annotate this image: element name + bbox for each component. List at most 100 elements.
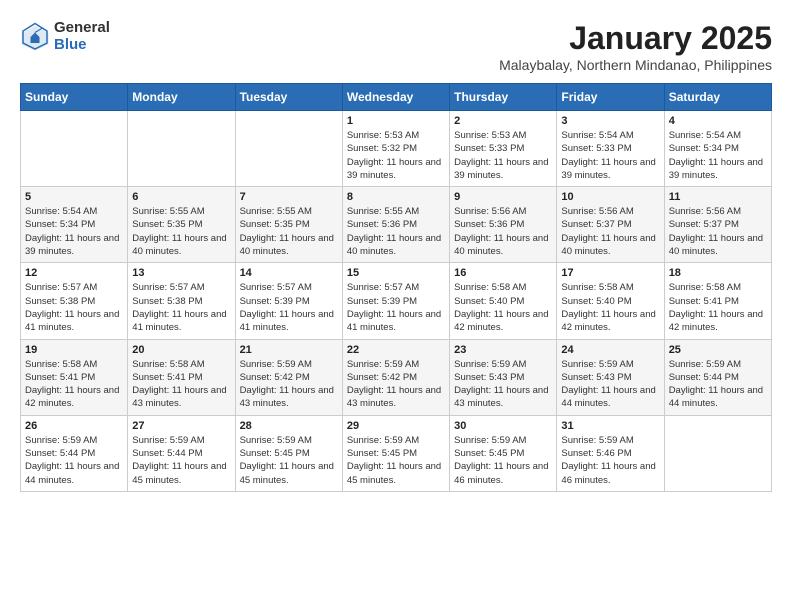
calendar-cell: 2Sunrise: 5:53 AM Sunset: 5:33 PM Daylig… (450, 111, 557, 187)
day-info: Sunrise: 5:58 AM Sunset: 5:41 PM Dayligh… (669, 281, 767, 334)
day-info: Sunrise: 5:53 AM Sunset: 5:32 PM Dayligh… (347, 129, 445, 182)
calendar-location: Malaybalay, Northern Mindanao, Philippin… (499, 57, 772, 73)
calendar-cell: 16Sunrise: 5:58 AM Sunset: 5:40 PM Dayli… (450, 263, 557, 339)
calendar-cell: 4 Sunrise: 5:54 AM Sunset: 5:34 PM Daylig… (664, 111, 771, 187)
weekday-header-sunday: Sunday (21, 84, 128, 111)
logo-blue: Blue (54, 37, 110, 54)
day-info: Sunrise: 5:55 AM Sunset: 5:35 PM Dayligh… (132, 205, 230, 258)
day-info: Sunrise: 5:55 AM Sunset: 5:36 PM Dayligh… (347, 205, 445, 258)
day-info: Sunrise: 5:59 AM Sunset: 5:45 PM Dayligh… (454, 434, 552, 487)
day-info: Sunrise: 5:59 AM Sunset: 5:45 PM Dayligh… (240, 434, 338, 487)
day-number: 19 (25, 344, 123, 356)
day-number: 31 (561, 420, 659, 432)
weekday-header-saturday: Saturday (664, 84, 771, 111)
day-number: 1 (347, 115, 445, 127)
calendar-cell: 1 Sunrise: 5:53 AM Sunset: 5:32 PM Daylig… (342, 111, 449, 187)
day-number: 4 (669, 115, 767, 127)
week-row-2: 5 Sunrise: 5:54 AM Sunset: 5:34 PM Daylig… (21, 187, 772, 263)
day-info: Sunrise: 5:59 AM Sunset: 5:46 PM Dayligh… (561, 434, 659, 487)
calendar-cell: 24 Sunrise: 5:59 AM Sunset: 5:43 PM Dayli… (557, 339, 664, 415)
day-number: 11 (669, 191, 767, 203)
weekday-header-tuesday: Tuesday (235, 84, 342, 111)
weekday-header-friday: Friday (557, 84, 664, 111)
calendar-cell: 12Sunrise: 5:57 AM Sunset: 5:38 PM Dayli… (21, 263, 128, 339)
week-row-4: 19 Sunrise: 5:58 AM Sunset: 5:41 PM Dayli… (21, 339, 772, 415)
day-number: 27 (132, 420, 230, 432)
calendar-cell: 21Sunrise: 5:59 AM Sunset: 5:42 PM Dayli… (235, 339, 342, 415)
day-number: 7 (240, 191, 338, 203)
day-info: Sunrise: 5:58 AM Sunset: 5:41 PM Dayligh… (132, 358, 230, 411)
day-info: Sunrise: 5:59 AM Sunset: 5:44 PM Dayligh… (132, 434, 230, 487)
calendar-cell: 28 Sunrise: 5:59 AM Sunset: 5:45 PM Dayli… (235, 415, 342, 491)
calendar-cell (235, 111, 342, 187)
day-number: 3 (561, 115, 659, 127)
calendar-cell: 31 Sunrise: 5:59 AM Sunset: 5:46 PM Dayli… (557, 415, 664, 491)
calendar-cell: 27 Sunrise: 5:59 AM Sunset: 5:44 PM Dayli… (128, 415, 235, 491)
title-block: January 2025 Malaybalay, Northern Mindan… (499, 20, 772, 73)
day-info: Sunrise: 5:58 AM Sunset: 5:40 PM Dayligh… (561, 281, 659, 334)
calendar-cell: 30 Sunrise: 5:59 AM Sunset: 5:45 PM Dayli… (450, 415, 557, 491)
weekday-header-wednesday: Wednesday (342, 84, 449, 111)
day-number: 20 (132, 344, 230, 356)
day-number: 23 (454, 344, 552, 356)
day-number: 29 (347, 420, 445, 432)
logo-general: General (54, 20, 110, 37)
day-info: Sunrise: 5:55 AM Sunset: 5:35 PM Dayligh… (240, 205, 338, 258)
day-info: Sunrise: 5:56 AM Sunset: 5:37 PM Dayligh… (669, 205, 767, 258)
day-number: 30 (454, 420, 552, 432)
day-number: 22 (347, 344, 445, 356)
calendar-cell: 6 Sunrise: 5:55 AM Sunset: 5:35 PM Daylig… (128, 187, 235, 263)
calendar-title: January 2025 (499, 20, 772, 57)
logo: General Blue (20, 20, 110, 53)
calendar-cell: 17Sunrise: 5:58 AM Sunset: 5:40 PM Dayli… (557, 263, 664, 339)
logo-icon (20, 22, 50, 52)
calendar-cell (128, 111, 235, 187)
day-info: Sunrise: 5:56 AM Sunset: 5:36 PM Dayligh… (454, 205, 552, 258)
calendar-cell: 9 Sunrise: 5:56 AM Sunset: 5:36 PM Daylig… (450, 187, 557, 263)
calendar-cell: 13 Sunrise: 5:57 AM Sunset: 5:38 PM Dayli… (128, 263, 235, 339)
day-number: 28 (240, 420, 338, 432)
day-number: 16 (454, 267, 552, 279)
day-number: 15 (347, 267, 445, 279)
day-number: 24 (561, 344, 659, 356)
calendar-cell: 3 Sunrise: 5:54 AM Sunset: 5:33 PM Daylig… (557, 111, 664, 187)
calendar-cell: 8 Sunrise: 5:55 AM Sunset: 5:36 PM Daylig… (342, 187, 449, 263)
calendar-cell: 5 Sunrise: 5:54 AM Sunset: 5:34 PM Daylig… (21, 187, 128, 263)
day-number: 5 (25, 191, 123, 203)
day-number: 12 (25, 267, 123, 279)
day-info: Sunrise: 5:54 AM Sunset: 5:34 PM Dayligh… (669, 129, 767, 182)
day-info: Sunrise: 5:54 AM Sunset: 5:34 PM Dayligh… (25, 205, 123, 258)
calendar-cell: 19 Sunrise: 5:58 AM Sunset: 5:41 PM Dayli… (21, 339, 128, 415)
page-header: General Blue January 2025 Malaybalay, No… (20, 20, 772, 73)
day-info: Sunrise: 5:59 AM Sunset: 5:43 PM Dayligh… (561, 358, 659, 411)
calendar-cell: 22Sunrise: 5:59 AM Sunset: 5:42 PM Dayli… (342, 339, 449, 415)
day-number: 21 (240, 344, 338, 356)
day-number: 2 (454, 115, 552, 127)
calendar-cell: 18 Sunrise: 5:58 AM Sunset: 5:41 PM Dayli… (664, 263, 771, 339)
day-number: 8 (347, 191, 445, 203)
calendar-cell: 15Sunrise: 5:57 AM Sunset: 5:39 PM Dayli… (342, 263, 449, 339)
calendar-cell: 10Sunrise: 5:56 AM Sunset: 5:37 PM Dayli… (557, 187, 664, 263)
calendar-table: SundayMondayTuesdayWednesdayThursdayFrid… (20, 83, 772, 492)
weekday-header-monday: Monday (128, 84, 235, 111)
day-number: 9 (454, 191, 552, 203)
day-number: 10 (561, 191, 659, 203)
day-info: Sunrise: 5:59 AM Sunset: 5:43 PM Dayligh… (454, 358, 552, 411)
day-info: Sunrise: 5:59 AM Sunset: 5:44 PM Dayligh… (669, 358, 767, 411)
day-info: Sunrise: 5:57 AM Sunset: 5:38 PM Dayligh… (132, 281, 230, 334)
day-info: Sunrise: 5:59 AM Sunset: 5:44 PM Dayligh… (25, 434, 123, 487)
logo-text: General Blue (54, 20, 110, 53)
calendar-cell: 20 Sunrise: 5:58 AM Sunset: 5:41 PM Dayli… (128, 339, 235, 415)
week-row-1: 1 Sunrise: 5:53 AM Sunset: 5:32 PM Daylig… (21, 111, 772, 187)
weekday-header-thursday: Thursday (450, 84, 557, 111)
calendar-cell: 23 Sunrise: 5:59 AM Sunset: 5:43 PM Dayli… (450, 339, 557, 415)
day-number: 18 (669, 267, 767, 279)
week-row-3: 12 Sunrise: 5:57 AM Sunset: 5:38 PM Dayli… (21, 263, 772, 339)
day-info: Sunrise: 5:59 AM Sunset: 5:45 PM Dayligh… (347, 434, 445, 487)
week-row-5: 26Sunrise: 5:59 AM Sunset: 5:44 PM Dayli… (21, 415, 772, 491)
calendar-cell: 29 Sunrise: 5:59 AM Sunset: 5:45 PM Dayli… (342, 415, 449, 491)
day-number: 6 (132, 191, 230, 203)
day-number: 13 (132, 267, 230, 279)
day-info: Sunrise: 5:54 AM Sunset: 5:33 PM Dayligh… (561, 129, 659, 182)
day-info: Sunrise: 5:58 AM Sunset: 5:41 PM Dayligh… (25, 358, 123, 411)
